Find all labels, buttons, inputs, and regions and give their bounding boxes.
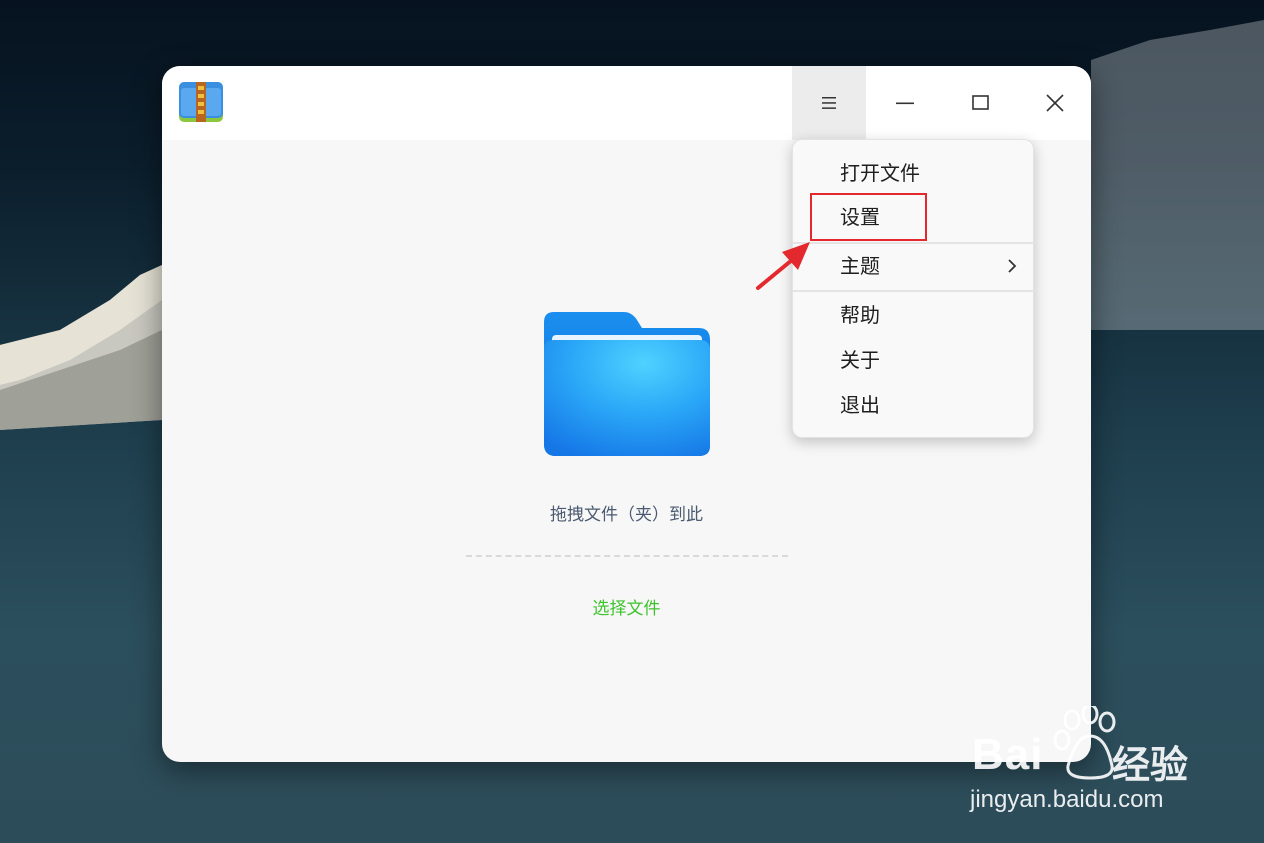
chevron-right-icon [1008, 259, 1017, 273]
watermark-brand-cn: 经验 [1112, 743, 1189, 787]
menu-item-about[interactable]: 关于 [793, 340, 1035, 380]
select-file-link[interactable]: 选择文件 [162, 594, 1091, 619]
menu-item-theme[interactable]: 主题 [793, 246, 1035, 286]
watermark-url: jingyan.baidu.com [970, 786, 1164, 813]
menu-item-label: 帮助 [840, 303, 880, 327]
menu-item-label: 关于 [840, 348, 880, 372]
maximize-button[interactable] [944, 66, 1018, 140]
menu-item-label: 退出 [840, 393, 880, 417]
close-button[interactable] [1018, 66, 1091, 140]
annotation-arrow-icon [756, 242, 810, 290]
menu-item-open-file[interactable]: 打开文件 [793, 153, 1035, 193]
titlebar [162, 66, 1091, 140]
main-menu-dropdown: 打开文件 设置 主题 帮助 关于 退出 [792, 139, 1035, 438]
minimize-button[interactable] [868, 66, 942, 140]
watermark-brand: Bai [972, 730, 1044, 779]
menu-item-label: 打开文件 [840, 161, 920, 185]
divider [466, 555, 788, 557]
minimize-icon [896, 102, 914, 105]
maximize-icon [972, 95, 989, 110]
archive-manager-icon [179, 82, 223, 122]
hamburger-icon [822, 97, 836, 109]
menu-separator [793, 290, 1035, 292]
menu-item-help[interactable]: 帮助 [793, 295, 1035, 335]
drop-hint: 拖拽文件（夹）到此 [550, 505, 703, 525]
close-icon [1046, 94, 1064, 112]
annotation-highlight-box [810, 193, 927, 241]
menu-item-label: 主题 [840, 254, 880, 278]
folder-icon[interactable] [544, 312, 714, 458]
main-menu-button[interactable] [792, 66, 866, 140]
menu-separator [793, 242, 1035, 244]
menu-item-exit[interactable]: 退出 [793, 385, 1035, 425]
